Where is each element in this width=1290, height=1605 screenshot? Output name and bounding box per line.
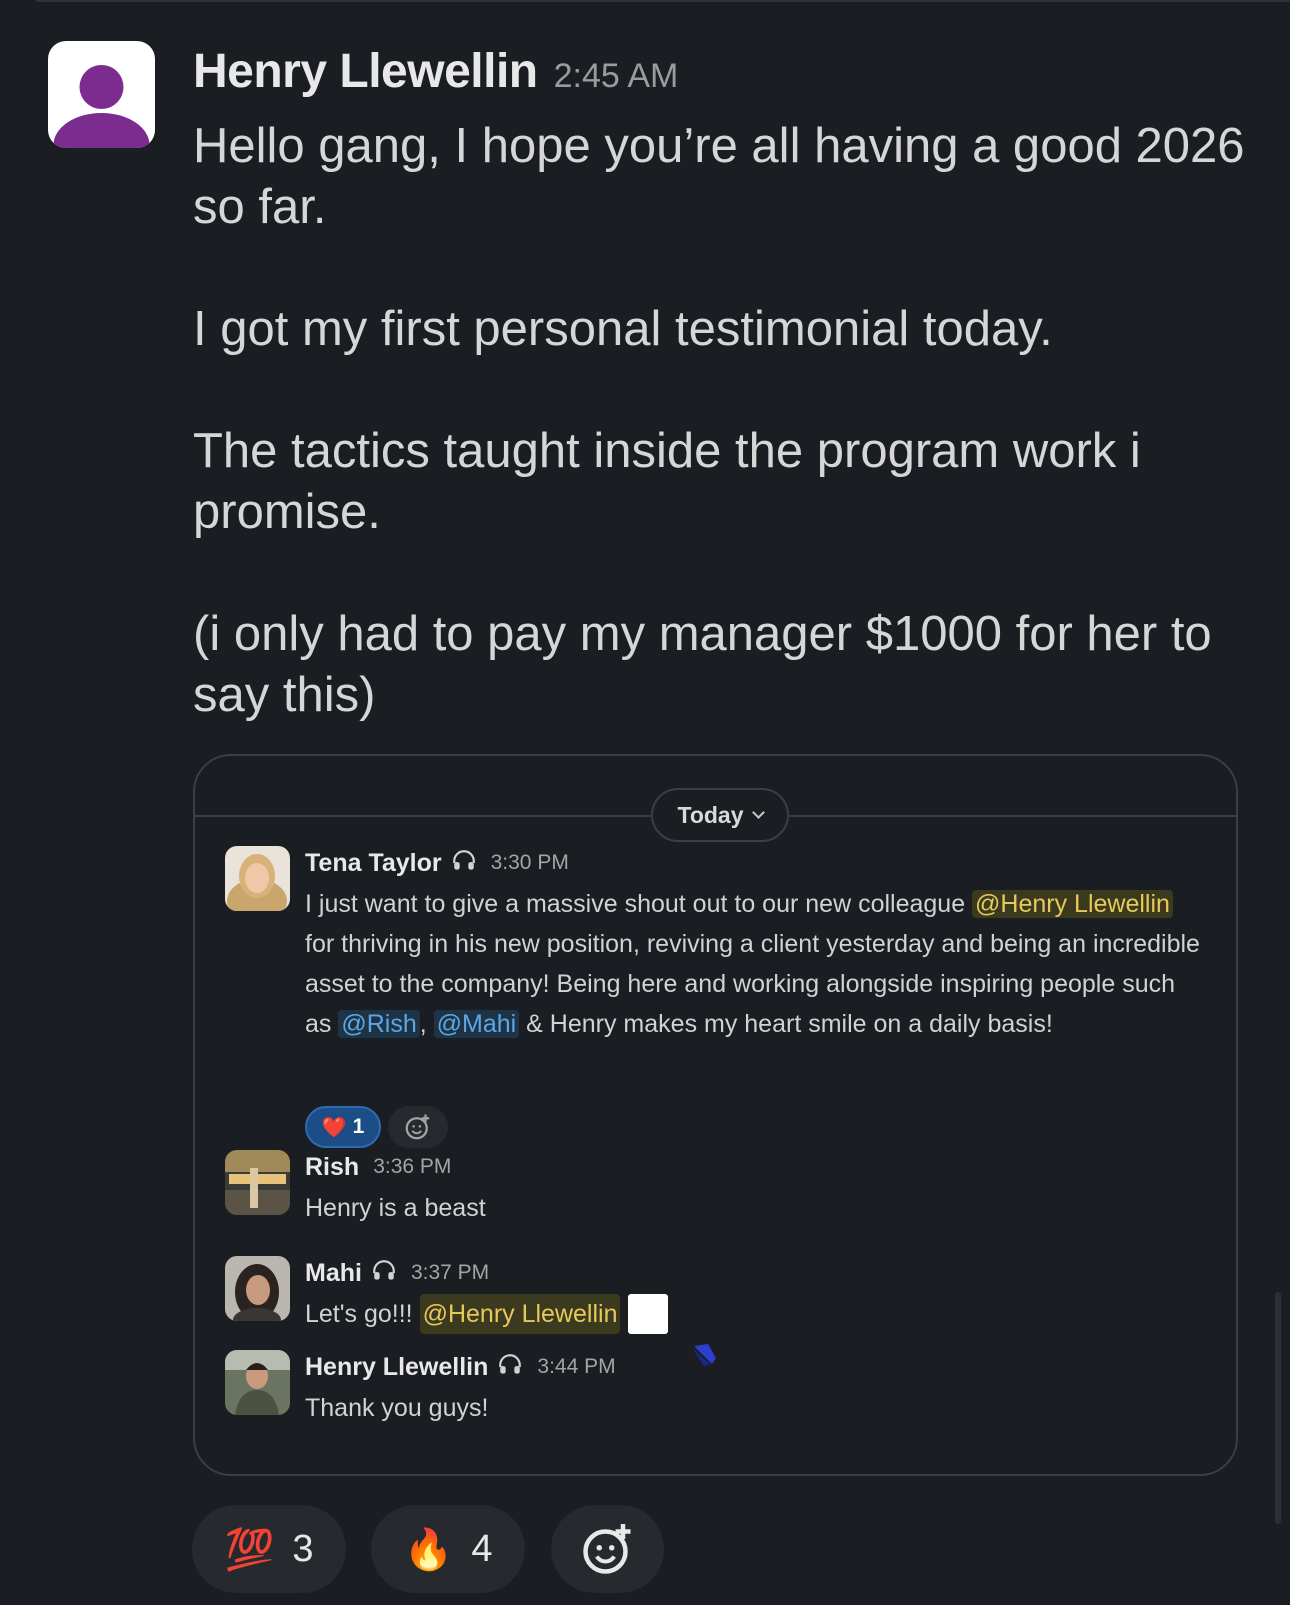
- author-name[interactable]: Henry Llewellin: [193, 44, 538, 99]
- headphones-icon: [371, 1258, 397, 1289]
- text-segment: & Henry makes my heart smile on a daily …: [519, 1010, 1053, 1038]
- author-avatar[interactable]: [48, 41, 155, 148]
- message-timestamp[interactable]: 2:45 AM: [554, 57, 679, 96]
- chevron-down-icon: [751, 806, 765, 819]
- avatar: [225, 846, 290, 911]
- default-user-icon: [53, 65, 150, 148]
- avatar: [225, 1350, 290, 1415]
- mention: @Rish: [338, 1010, 420, 1038]
- avatar: [225, 1256, 290, 1321]
- sender-name: Henry Llewellin: [305, 1352, 489, 1381]
- headphones-icon: [451, 848, 477, 879]
- mention: @Henry Llewellin: [972, 890, 1173, 918]
- fire-emoji: 🔥: [403, 1527, 454, 1572]
- sender-time: 3:37 PM: [410, 1261, 490, 1284]
- embedded-message-header: Tena Taylor 3:30 PM: [305, 846, 569, 880]
- text-segment: I just want to give a massive shout out …: [305, 890, 973, 918]
- reaction-count: 1: [352, 1115, 365, 1138]
- message-text: Thank you guys!: [305, 1394, 489, 1422]
- message-text: I just want to give a massive shout out …: [305, 884, 1205, 1044]
- message-paragraph: I got my first personal testimonial toda…: [193, 302, 1053, 356]
- custom-emoji-icon: [628, 1294, 717, 1366]
- sender-time: 3:30 PM: [490, 851, 569, 874]
- sender-name: Tena Taylor: [305, 848, 442, 877]
- date-divider-pill: Today: [651, 788, 789, 842]
- message-body: Hello gang, I hope you’re all having a g…: [193, 116, 1253, 787]
- text-segment: Let's go!!!: [305, 1300, 420, 1328]
- hundred-emoji: 💯: [224, 1527, 275, 1572]
- message-paragraph: Hello gang, I hope you’re all having a g…: [193, 119, 1259, 234]
- message-text: Henry is a beast: [305, 1194, 486, 1222]
- embedded-message-header: Rish 3:36 PM: [305, 1150, 451, 1184]
- embedded-message-header: Henry Llewellin 3:44 PM: [305, 1350, 616, 1384]
- scrollbar[interactable]: [1275, 1292, 1281, 1524]
- add-reaction-icon: [405, 1114, 430, 1140]
- mention: @Henry Llewellin: [419, 1294, 621, 1334]
- hundred-reaction[interactable]: 💯 3: [192, 1505, 346, 1593]
- avatar: [225, 1150, 290, 1215]
- mention: @Mahi: [433, 1010, 520, 1038]
- sender-name: Mahi: [305, 1258, 362, 1287]
- message-paragraph: (i only had to pay my manager $1000 for …: [193, 607, 1226, 722]
- add-reaction-button[interactable]: [551, 1505, 664, 1593]
- add-reaction-button: [388, 1106, 448, 1148]
- message-header: Henry Llewellin 2:45 AM: [193, 44, 678, 104]
- embedded-message-header: Mahi 3:37 PM: [305, 1256, 489, 1290]
- sender-name: Rish: [305, 1152, 360, 1181]
- top-divider: [36, 0, 1290, 2]
- sender-time: 3:44 PM: [537, 1355, 616, 1378]
- heart-emoji: ❤️: [321, 1116, 347, 1139]
- headphones-icon: [497, 1352, 523, 1383]
- sender-time: 3:36 PM: [373, 1155, 452, 1178]
- reaction-count: 4: [471, 1527, 493, 1570]
- add-reaction-icon: [582, 1524, 630, 1574]
- heart-reaction: ❤️ 1: [305, 1106, 381, 1148]
- embedded-screenshot[interactable]: Today Tena Taylor 3:30 PM I just want to…: [193, 754, 1238, 1476]
- message-text: Let's go!!! @Henry Llewellin: [305, 1294, 1205, 1366]
- reaction-count: 3: [292, 1527, 314, 1570]
- message-paragraph: The tactics taught inside the program wo…: [193, 424, 1155, 539]
- date-label: Today: [677, 801, 744, 828]
- fire-reaction[interactable]: 🔥 4: [371, 1505, 525, 1593]
- text-segment: ,: [419, 1010, 434, 1038]
